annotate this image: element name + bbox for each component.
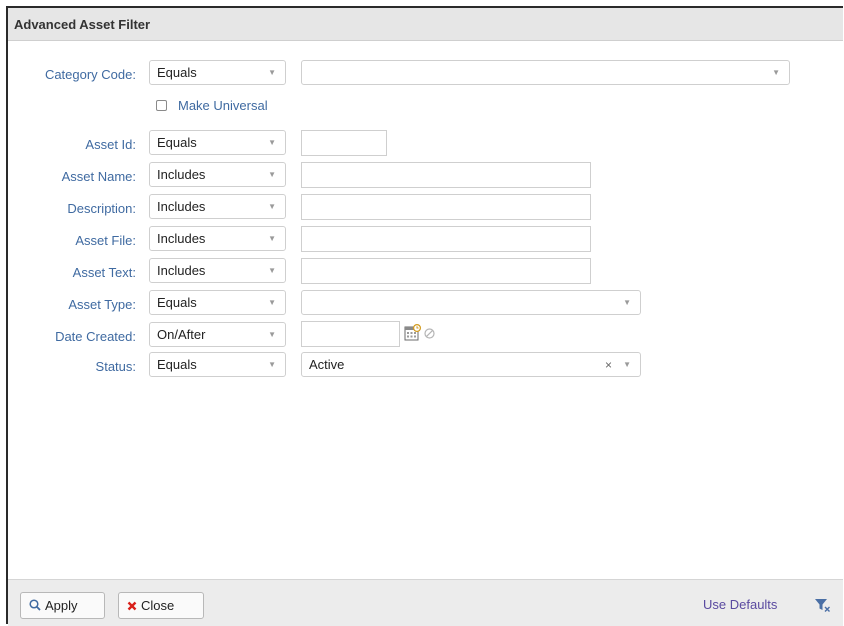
- chevron-down-icon: ▼: [268, 234, 276, 243]
- asset-file-operator-value: Includes: [157, 231, 206, 246]
- date-created-input[interactable]: [301, 321, 400, 347]
- asset-text-operator-select[interactable]: Includes ▼: [149, 258, 286, 283]
- category-code-operator-select[interactable]: Equals ▼: [149, 60, 286, 85]
- chevron-down-icon: ▼: [268, 170, 276, 179]
- asset-text-operator-value: Includes: [157, 263, 206, 278]
- asset-name-label: Asset Name:: [61, 169, 136, 184]
- close-button[interactable]: Close: [118, 592, 204, 619]
- calendar-icon[interactable]: [404, 324, 421, 341]
- description-operator-value: Includes: [157, 199, 206, 214]
- asset-type-value-select[interactable]: ▼: [301, 290, 641, 315]
- clear-status-icon[interactable]: ×: [605, 354, 612, 377]
- chevron-down-icon: ▼: [268, 202, 276, 211]
- advanced-asset-filter-dialog: Advanced Asset Filter Category Code: Equ…: [6, 6, 843, 626]
- date-created-operator-select[interactable]: On/After ▼: [149, 322, 286, 347]
- use-defaults-link[interactable]: Use Defaults: [703, 597, 777, 612]
- asset-id-operator-select[interactable]: Equals ▼: [149, 130, 286, 155]
- category-code-value-select[interactable]: ▼: [301, 60, 790, 85]
- close-button-label: Close: [141, 598, 175, 613]
- status-operator-value: Equals: [157, 357, 197, 372]
- asset-text-input[interactable]: [301, 258, 591, 284]
- description-label: Description:: [67, 201, 136, 216]
- chevron-down-icon: ▼: [623, 298, 631, 307]
- chevron-down-icon: ▼: [772, 68, 780, 77]
- chevron-down-icon: ▼: [268, 330, 276, 339]
- status-value: Active: [309, 357, 345, 372]
- asset-text-label: Asset Text:: [72, 265, 136, 280]
- status-label: Status:: [95, 359, 136, 374]
- status-value-select[interactable]: Active × ▼: [301, 352, 641, 377]
- description-operator-select[interactable]: Includes ▼: [149, 194, 286, 219]
- filter-clear-icon[interactable]: [814, 598, 831, 613]
- chevron-down-icon: ▼: [268, 298, 276, 307]
- asset-name-operator-select[interactable]: Includes ▼: [149, 162, 286, 187]
- make-universal-label[interactable]: Make Universal: [178, 98, 268, 113]
- description-input[interactable]: [301, 194, 591, 220]
- asset-id-label: Asset Id:: [85, 137, 136, 152]
- asset-id-operator-value: Equals: [157, 135, 197, 150]
- apply-button[interactable]: Apply: [20, 592, 105, 619]
- close-icon: [127, 601, 137, 611]
- clear-date-icon[interactable]: [424, 328, 435, 339]
- asset-id-input[interactable]: [301, 130, 387, 156]
- asset-file-label: Asset File:: [75, 233, 136, 248]
- chevron-down-icon: ▼: [268, 68, 276, 77]
- dialog-footer: Apply Close Use Defaults: [8, 579, 843, 626]
- asset-name-input[interactable]: [301, 162, 591, 188]
- category-code-operator-value: Equals: [157, 65, 197, 80]
- asset-type-label: Asset Type:: [68, 297, 136, 312]
- search-icon: [29, 599, 41, 611]
- status-operator-select[interactable]: Equals ▼: [149, 352, 286, 377]
- chevron-down-icon: ▼: [268, 138, 276, 147]
- chevron-down-icon: ▼: [268, 360, 276, 369]
- apply-button-label: Apply: [45, 598, 78, 613]
- date-created-label: Date Created:: [55, 329, 136, 344]
- asset-type-operator-value: Equals: [157, 295, 197, 310]
- asset-file-input[interactable]: [301, 226, 591, 252]
- asset-file-operator-select[interactable]: Includes ▼: [149, 226, 286, 251]
- dialog-title: Advanced Asset Filter: [8, 8, 843, 41]
- chevron-down-icon: ▼: [268, 266, 276, 275]
- date-created-operator-value: On/After: [157, 327, 206, 342]
- chevron-down-icon: ▼: [623, 360, 631, 369]
- make-universal-checkbox[interactable]: [156, 100, 167, 111]
- asset-name-operator-value: Includes: [157, 167, 206, 182]
- asset-type-operator-select[interactable]: Equals ▼: [149, 290, 286, 315]
- category-code-label: Category Code:: [44, 67, 136, 82]
